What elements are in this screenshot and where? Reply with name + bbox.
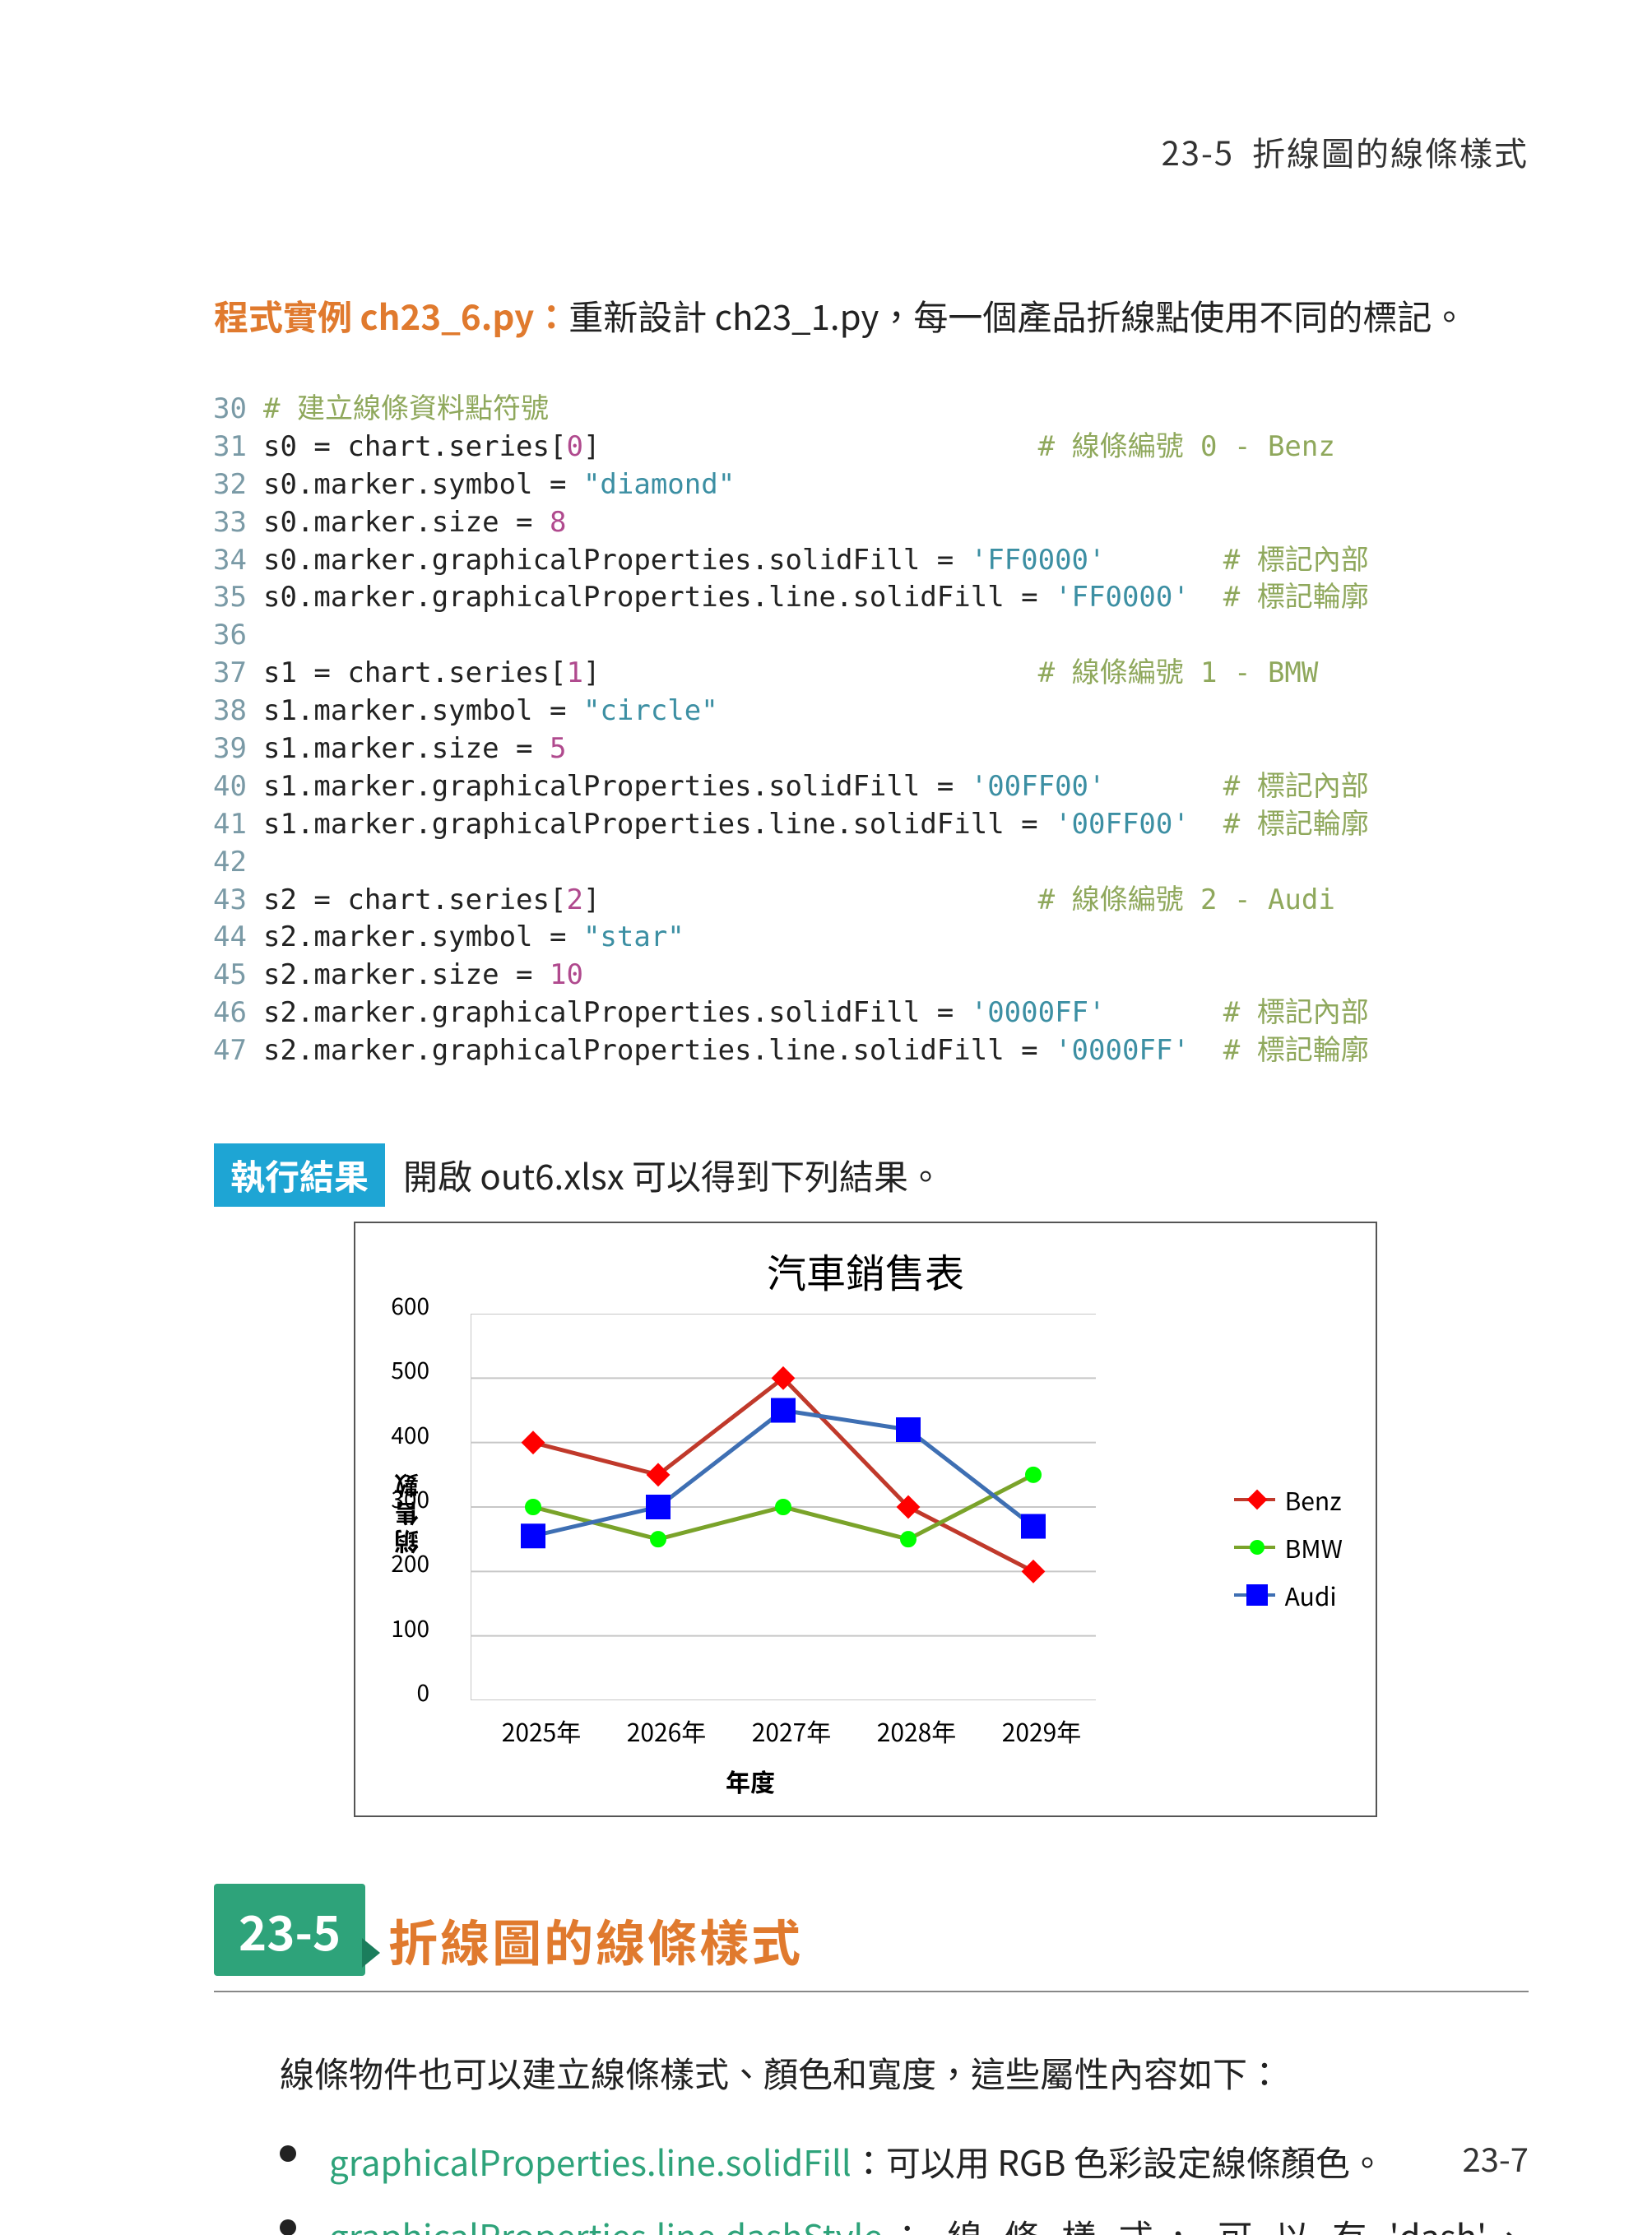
- ytick: 500: [391, 1353, 429, 1386]
- chart-xlabel: 年度: [355, 1763, 1145, 1799]
- header-title: 折線圖的線條樣式: [1252, 128, 1529, 175]
- code-line: 42: [197, 844, 1369, 882]
- xcategory: 2027年: [752, 1713, 832, 1749]
- page-header: 23-5 折線圖的線條樣式: [1162, 128, 1529, 175]
- code-line: 38s1.marker.symbol = "circle": [197, 693, 1369, 730]
- xcategory: 2029年: [1002, 1713, 1082, 1749]
- section-title: 折線圖的線條樣式: [388, 1904, 803, 1976]
- property-name: graphicalProperties.line.solidFill: [329, 2136, 852, 2186]
- code-line: 47s2.marker.graphicalProperties.line.sol…: [197, 1032, 1369, 1070]
- property-desc: ：可以用 RGB 色彩設定線條顏色。: [852, 2136, 1385, 2186]
- xcategory: 2025年: [502, 1713, 582, 1749]
- xcategory: 2026年: [627, 1713, 707, 1749]
- result-text: 開啟 out6.xlsx 可以得到下列結果。: [403, 1150, 943, 1200]
- chart-title: 汽車銷售表: [355, 1223, 1376, 1299]
- code-line: 44s2.marker.symbol = "star": [197, 919, 1369, 957]
- code-line: 41s1.marker.graphicalProperties.line.sol…: [197, 806, 1369, 844]
- section-heading: 23-5 折線圖的線條樣式: [214, 1884, 1529, 1992]
- page-number: 23-7: [1463, 2134, 1529, 2182]
- example-filename: ch23_6.py: [360, 290, 535, 341]
- code-line: 34s0.marker.graphicalProperties.solidFil…: [197, 542, 1369, 580]
- code-line: 43s2 = chart.series[2] # 線條編號 2 - Audi: [197, 882, 1369, 920]
- xcategory: 2028年: [877, 1713, 957, 1749]
- section-rule: [214, 1991, 1529, 1992]
- code-block: 30# 建立線條資料點符號31s0 = chart.series[0] # 線條…: [197, 391, 1369, 1070]
- code-line: 35s0.marker.graphicalProperties.line.sol…: [197, 579, 1369, 617]
- example-label-prefix: 程式實例: [214, 290, 360, 341]
- code-line: 40s1.marker.graphicalProperties.solidFil…: [197, 768, 1369, 806]
- list-item: graphicalProperties.line.dashStyle： 線 條 …: [280, 2203, 1529, 2235]
- chart-legend: Benz BMW Audi: [1234, 1470, 1343, 1625]
- ytick: 200: [391, 1546, 429, 1579]
- result-badge: 執行結果: [214, 1143, 385, 1207]
- ytick: 400: [391, 1418, 429, 1451]
- chart-container: 汽車銷售表 銷售數 0100200300400500600 2025年2026年…: [354, 1222, 1377, 1817]
- legend-item: Benz: [1234, 1481, 1343, 1518]
- example-colon: ：: [534, 290, 568, 341]
- legend-label: BMW: [1285, 1529, 1343, 1565]
- property-name: graphicalProperties.line.dashStyle: [329, 2210, 883, 2235]
- legend-item: Audi: [1234, 1577, 1343, 1613]
- code-line: 39s1.marker.size = 5: [197, 730, 1369, 768]
- legend-item: BMW: [1234, 1529, 1343, 1565]
- body-list: graphicalProperties.line.solidFill：可以用 R…: [280, 2129, 1529, 2235]
- body-text: 線條物件也可以建立線條樣式、顏色和寬度，這些屬性內容如下： graphicalP…: [280, 2040, 1529, 2235]
- code-line: 32s0.marker.symbol = "diamond": [197, 466, 1369, 504]
- section-number: 23-5: [214, 1884, 365, 1976]
- code-line: 37s1 = chart.series[1] # 線條編號 1 - BMW: [197, 655, 1369, 693]
- example-intro: 程式實例 ch23_6.py：重新設計 ch23_1.py，每一個產品折線點使用…: [214, 288, 1529, 343]
- legend-label: Benz: [1285, 1481, 1342, 1518]
- chart-xcategories: 2025年 2026年 2027年 2028年 2029年: [479, 1713, 1104, 1749]
- ytick: 300: [391, 1482, 429, 1515]
- example-desc: 重新設計 ch23_1.py，每一個產品折線點使用不同的標記。: [568, 290, 1466, 341]
- code-line: 46s2.marker.graphicalProperties.solidFil…: [197, 995, 1369, 1032]
- ytick: 100: [391, 1611, 429, 1644]
- code-line: 33s0.marker.size = 8: [197, 504, 1369, 542]
- chart-plot: [471, 1314, 1096, 1700]
- ytick: 600: [391, 1289, 429, 1322]
- body-lead: 線條物件也可以建立線條樣式、顏色和寬度，這些屬性內容如下：: [280, 2040, 1529, 2106]
- code-line: 31s0 = chart.series[0] # 線條編號 0 - Benz: [197, 429, 1369, 466]
- ytick: 0: [416, 1676, 429, 1709]
- code-line: 45s2.marker.size = 10: [197, 957, 1369, 995]
- header-section: 23-5: [1162, 128, 1234, 175]
- code-line: 36: [197, 617, 1369, 655]
- list-item: graphicalProperties.line.solidFill：可以用 R…: [280, 2129, 1529, 2195]
- result-line: 執行結果開啟 out6.xlsx 可以得到下列結果。: [214, 1143, 943, 1207]
- code-line: 30# 建立線條資料點符號: [197, 391, 1369, 429]
- legend-label: Audi: [1285, 1577, 1337, 1613]
